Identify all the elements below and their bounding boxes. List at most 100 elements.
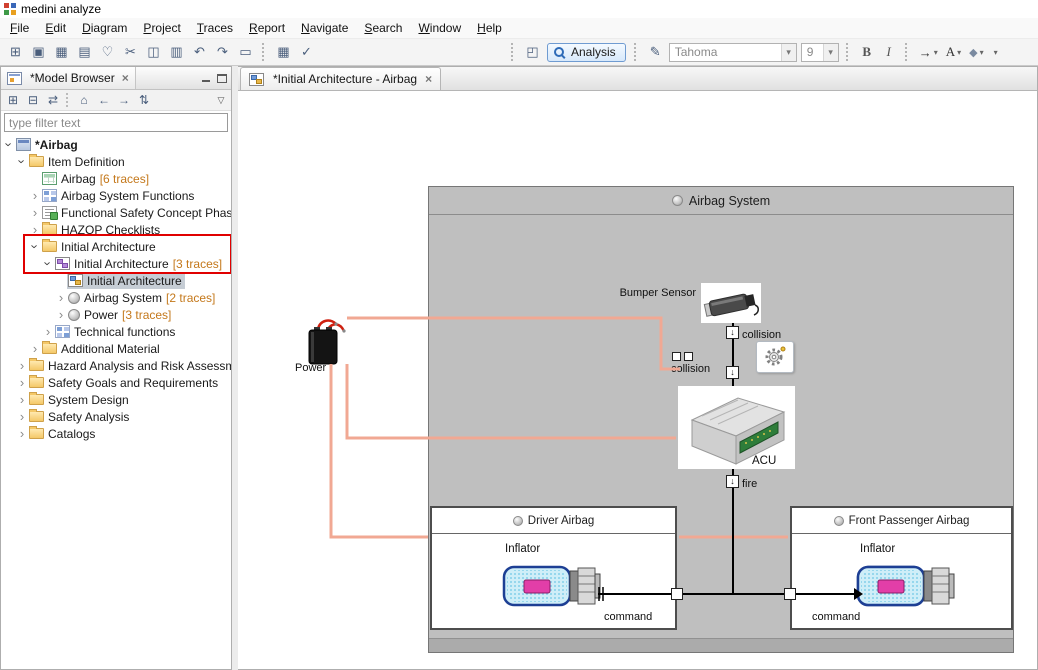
tree-filter-input[interactable]: [4, 113, 228, 132]
chevron-down-icon[interactable]: ▾: [994, 48, 998, 57]
save-icon[interactable]: ▣: [27, 41, 50, 63]
tree-item--airbag[interactable]: ›*Airbag: [1, 136, 231, 153]
fill-color-tool[interactable]: ◆ ▾: [967, 42, 985, 62]
back-arrow-icon[interactable]: ←: [94, 91, 114, 109]
expand-arrow-icon[interactable]: ›: [16, 375, 28, 390]
model-browser-tab[interactable]: *Model Browser ×: [1, 67, 136, 89]
report-icon[interactable]: ▭: [234, 41, 257, 63]
collapse-arrow-icon[interactable]: ›: [15, 156, 30, 168]
menu-edit[interactable]: Edit: [37, 19, 74, 37]
tree-item-item-definition[interactable]: ›Item Definition: [1, 153, 231, 170]
format-pencil-icon[interactable]: ✎: [644, 41, 667, 63]
expand-arrow-icon[interactable]: ›: [16, 358, 28, 373]
collapse-arrow-icon[interactable]: ›: [28, 241, 43, 253]
power-supply-image[interactable]: [304, 317, 346, 367]
expand-all-icon[interactable]: ⊞: [3, 91, 23, 109]
tree-item-hazard-analysis-and-risk-assessment[interactable]: ›Hazard Analysis and Risk Assessment: [1, 357, 231, 374]
collision-side-port[interactable]: [684, 352, 693, 361]
paste-icon[interactable]: ▥: [165, 41, 188, 63]
sort-icon[interactable]: ⇅: [134, 91, 154, 109]
expand-arrow-icon[interactable]: ›: [55, 307, 67, 322]
expand-arrow-icon[interactable]: ›: [16, 392, 28, 407]
tree-item-hazop-checklists[interactable]: ›HAZOP Checklists: [1, 221, 231, 238]
passenger-command-port[interactable]: [784, 588, 796, 600]
expand-arrow-icon[interactable]: ›: [29, 222, 41, 237]
link-with-editor-icon[interactable]: ⇄: [43, 91, 63, 109]
editor-tab-initial-architecture[interactable]: *Initial Architecture - Airbag ×: [240, 67, 441, 90]
menu-traces[interactable]: Traces: [189, 19, 241, 37]
collision-in-port[interactable]: ↓: [726, 366, 739, 379]
chevron-down-icon[interactable]: ▾: [980, 48, 984, 57]
analysis-toggle-button[interactable]: Analysis: [547, 43, 626, 62]
fire-port[interactable]: ↓: [726, 475, 739, 488]
italic-button[interactable]: I: [879, 42, 899, 62]
close-icon[interactable]: ×: [425, 72, 432, 86]
validate-check-icon[interactable]: ✓: [295, 41, 318, 63]
new-wizard-icon[interactable]: ⊞: [4, 41, 27, 63]
collapse-arrow-icon[interactable]: ›: [2, 139, 17, 151]
tree-item-airbag[interactable]: Airbag[6 traces]: [1, 170, 231, 187]
maximize-view-button[interactable]: [216, 72, 228, 84]
acu-image[interactable]: [678, 386, 795, 469]
tree-item-initial-architecture[interactable]: ›Initial Architecture[3 traces]: [1, 255, 231, 272]
diagram-canvas[interactable]: Airbag System Driver Airbag Front Passe: [238, 91, 1037, 669]
passenger-inflator-image[interactable]: [856, 561, 958, 611]
collapse-arrow-icon[interactable]: ›: [41, 258, 56, 270]
favorites-icon[interactable]: ♡: [96, 41, 119, 63]
menu-report[interactable]: Report: [241, 19, 293, 37]
expand-arrow-icon[interactable]: ›: [42, 324, 54, 339]
menu-file[interactable]: File: [2, 19, 37, 37]
font-family-select[interactable]: Tahoma ▾: [669, 43, 797, 62]
tree-item-airbag-system[interactable]: ›Airbag System[2 traces]: [1, 289, 231, 306]
expand-arrow-icon[interactable]: ›: [29, 188, 41, 203]
save-all-icon[interactable]: ▦: [50, 41, 73, 63]
undo-icon[interactable]: ↶: [188, 41, 211, 63]
forward-arrow-icon[interactable]: →: [114, 91, 134, 109]
expand-arrow-icon[interactable]: ›: [29, 205, 41, 220]
menu-diagram[interactable]: Diagram: [74, 19, 135, 37]
minimize-view-button[interactable]: [200, 72, 212, 84]
cut-icon[interactable]: ✂: [119, 41, 142, 63]
menu-project[interactable]: Project: [135, 19, 188, 37]
connector-style-tool[interactable]: → ▾: [917, 42, 940, 62]
tree-item-technical-functions[interactable]: ›Technical functions: [1, 323, 231, 340]
menu-help[interactable]: Help: [469, 19, 510, 37]
copy-icon[interactable]: ◫: [142, 41, 165, 63]
expand-arrow-icon[interactable]: ›: [29, 341, 41, 356]
driver-inflator-image[interactable]: [502, 561, 604, 611]
tree-item-catalogs[interactable]: ›Catalogs: [1, 425, 231, 442]
menu-search[interactable]: Search: [356, 19, 410, 37]
tree-item-safety-analysis[interactable]: ›Safety Analysis: [1, 408, 231, 425]
collision-side-port[interactable]: [672, 352, 681, 361]
chevron-down-icon[interactable]: ▾: [957, 48, 961, 57]
close-icon[interactable]: ×: [122, 71, 129, 85]
chevron-down-icon[interactable]: ▾: [934, 48, 938, 57]
view-menu-icon[interactable]: ▽: [213, 95, 229, 106]
tree-item-functional-safety-concept-phase[interactable]: ›Functional Safety Concept Phase: [1, 204, 231, 221]
tree-item-initial-architecture[interactable]: Initial Architecture: [1, 272, 231, 289]
home-icon[interactable]: ⌂: [74, 91, 94, 109]
tree-item-initial-architecture[interactable]: ›Initial Architecture: [1, 238, 231, 255]
bold-button[interactable]: B: [857, 42, 877, 62]
toolbar-overflow-menu[interactable]: ▾: [990, 42, 1000, 62]
tree-item-safety-goals-and-requirements[interactable]: ›Safety Goals and Requirements: [1, 374, 231, 391]
collision-note-box[interactable]: [756, 341, 794, 373]
expand-arrow-icon[interactable]: ›: [55, 290, 67, 305]
driver-command-port[interactable]: [671, 588, 683, 600]
tree-item-additional-material[interactable]: ›Additional Material: [1, 340, 231, 357]
print-icon[interactable]: ▤: [73, 41, 96, 63]
tree-item-power[interactable]: ›Power[3 traces]: [1, 306, 231, 323]
font-color-tool[interactable]: A ▾: [944, 42, 963, 62]
menu-navigate[interactable]: Navigate: [293, 19, 356, 37]
menu-window[interactable]: Window: [410, 19, 469, 37]
bumper-sensor-image[interactable]: [701, 283, 761, 323]
collision-out-port[interactable]: ↓: [726, 326, 739, 339]
font-size-select[interactable]: 9 ▾: [801, 43, 839, 62]
tree-item-system-design[interactable]: ›System Design: [1, 391, 231, 408]
table-view-icon[interactable]: ▦: [272, 41, 295, 63]
diagram-overview-icon[interactable]: ◰: [521, 41, 544, 63]
expand-arrow-icon[interactable]: ›: [16, 426, 28, 441]
expand-arrow-icon[interactable]: ›: [16, 409, 28, 424]
redo-icon[interactable]: ↷: [211, 41, 234, 63]
chevron-down-icon[interactable]: ▾: [823, 44, 838, 61]
